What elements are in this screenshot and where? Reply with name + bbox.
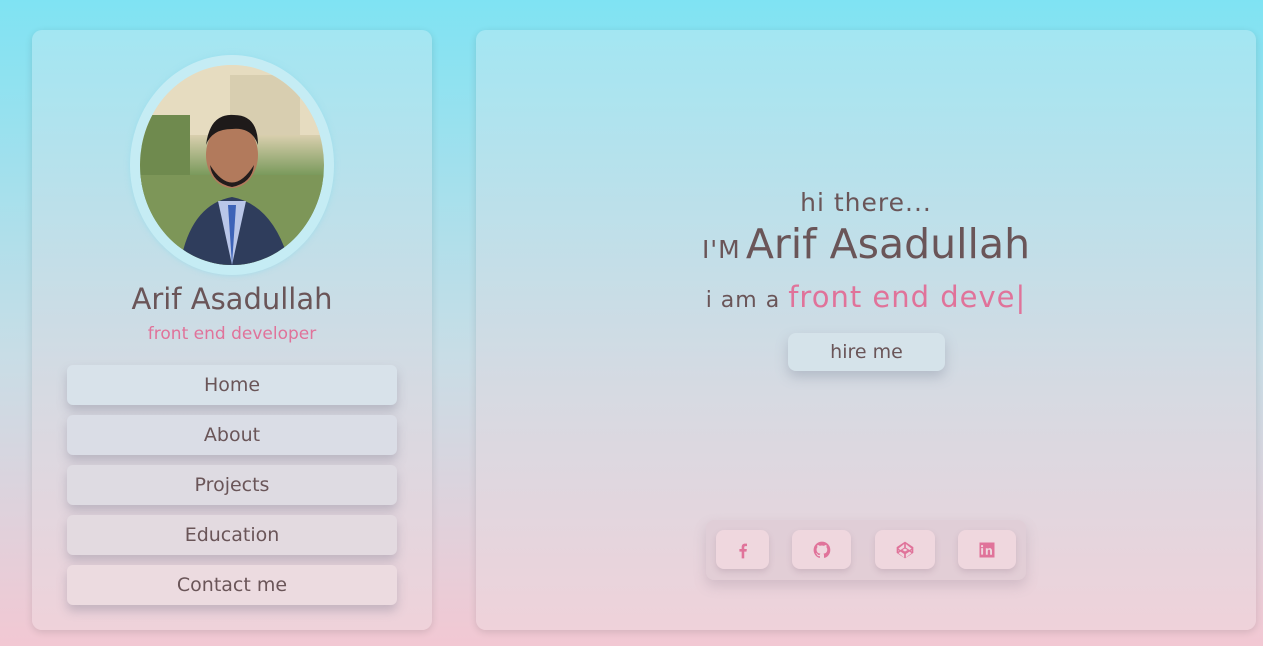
github-button[interactable] (792, 530, 851, 569)
facebook-button[interactable] (716, 530, 769, 569)
profile-name: Arif Asadullah (131, 282, 333, 316)
sidebar-nav: Home About Projects Education Contact me (67, 365, 397, 615)
github-icon (813, 541, 830, 558)
im-prefix: I'M (701, 235, 741, 264)
profile-sidebar: Arif Asadullah front end developer Home … (32, 30, 432, 630)
nav-about[interactable]: About (67, 415, 397, 455)
linkedin-icon (979, 542, 995, 557)
hire-me-button[interactable]: hire me (788, 333, 945, 371)
profile-role: front end developer (147, 324, 317, 344)
greeting-text: hi there... (800, 188, 932, 217)
codepen-icon (896, 541, 914, 558)
avatar-frame (130, 55, 334, 275)
nav-contact[interactable]: Contact me (67, 565, 397, 605)
nav-education[interactable]: Education (67, 515, 397, 555)
codepen-button[interactable] (875, 530, 935, 569)
typing-cursor: | (1015, 280, 1027, 314)
nav-projects[interactable]: Projects (67, 465, 397, 505)
facebook-icon (738, 543, 747, 558)
hero-headline: I'M Arif Asadullah (476, 220, 1256, 268)
social-links (706, 520, 1026, 580)
hero-tagline: i am a front end deve| (476, 280, 1256, 314)
avatar (140, 65, 324, 265)
linkedin-button[interactable] (958, 530, 1016, 569)
typed-role: front end deve (788, 280, 1016, 314)
hero-panel: hi there... I'M Arif Asadullah i am a fr… (476, 30, 1256, 630)
tagline-prefix: i am a (705, 288, 781, 313)
nav-home[interactable]: Home (67, 365, 397, 405)
hero-name: Arif Asadullah (745, 220, 1031, 268)
